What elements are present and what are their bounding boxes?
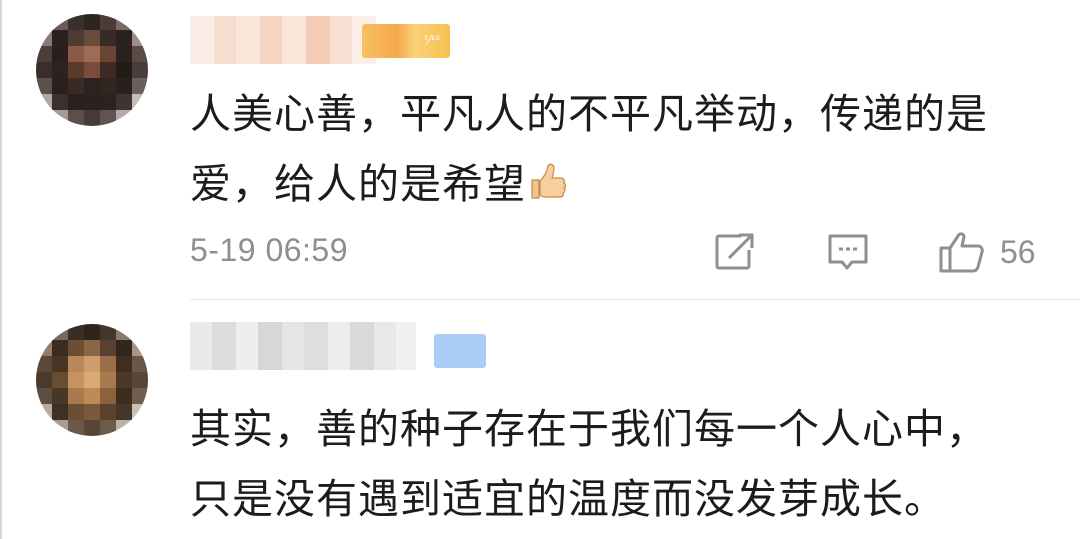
avatar-pixel [68,372,84,388]
avatar-pixel [68,340,84,356]
avatar-pixel [68,324,84,340]
comment-text-line: 只是没有遇到适宜的温度而没发芽成长。 [190,475,946,523]
comment-item: 其实，善的种子存在于我们每一个人心中， 只是没有遇到适宜的温度而没发芽成长。 [0,0,1080,539]
avatar-pixel [84,420,100,436]
username-blurred[interactable] [190,322,416,370]
avatar-pixel [132,404,148,420]
avatar-pixel [84,388,100,404]
avatar-pixel [52,340,68,356]
avatar-pixel [36,340,52,356]
avatar-pixel [132,324,148,340]
avatar-pixel [116,356,132,372]
comment-text: 其实，善的种子存在于我们每一个人心中， 只是没有遇到适宜的温度而没发芽成长。 [190,394,1060,534]
avatar-pixel [36,404,52,420]
avatar-pixel [116,340,132,356]
avatar[interactable] [36,324,148,436]
avatar-pixel [84,404,100,420]
avatar-pixel [100,324,116,340]
avatar-pixel [100,388,116,404]
avatar-pixel [116,324,132,340]
avatar-pixel [84,372,100,388]
avatar-pixel [100,356,116,372]
avatar-pixel [36,372,52,388]
avatar-pixel [100,420,116,436]
avatar-pixel [132,372,148,388]
avatar-pixel [52,404,68,420]
avatar-pixel [132,340,148,356]
avatar-pixel [100,372,116,388]
avatar-pixel [36,420,52,436]
avatar-pixel [84,340,100,356]
avatar-pixel [52,324,68,340]
comment-text-line: 其实，善的种子存在于我们每一个人心中， [190,405,988,453]
avatar-pixel [36,324,52,340]
avatar-pixel [68,356,84,372]
avatar-pixel [116,420,132,436]
avatar-pixel [52,356,68,372]
avatar-pixel [36,388,52,404]
avatar-pixel [116,388,132,404]
avatar-pixel [116,404,132,420]
avatar-pixel [68,420,84,436]
avatar-pixel [84,324,100,340]
avatar-pixel [68,388,84,404]
avatar-pixel [36,356,52,372]
avatar-pixel [52,372,68,388]
avatar-pixel [52,420,68,436]
avatar-pixel [132,388,148,404]
member-badge [434,334,486,368]
avatar-pixel [132,356,148,372]
avatar-pixel [100,340,116,356]
avatar-pixel [116,372,132,388]
avatar-pixel [68,404,84,420]
avatar-pixel [100,404,116,420]
avatar-pixel [84,356,100,372]
avatar-pixel [132,420,148,436]
avatar-pixel [52,388,68,404]
